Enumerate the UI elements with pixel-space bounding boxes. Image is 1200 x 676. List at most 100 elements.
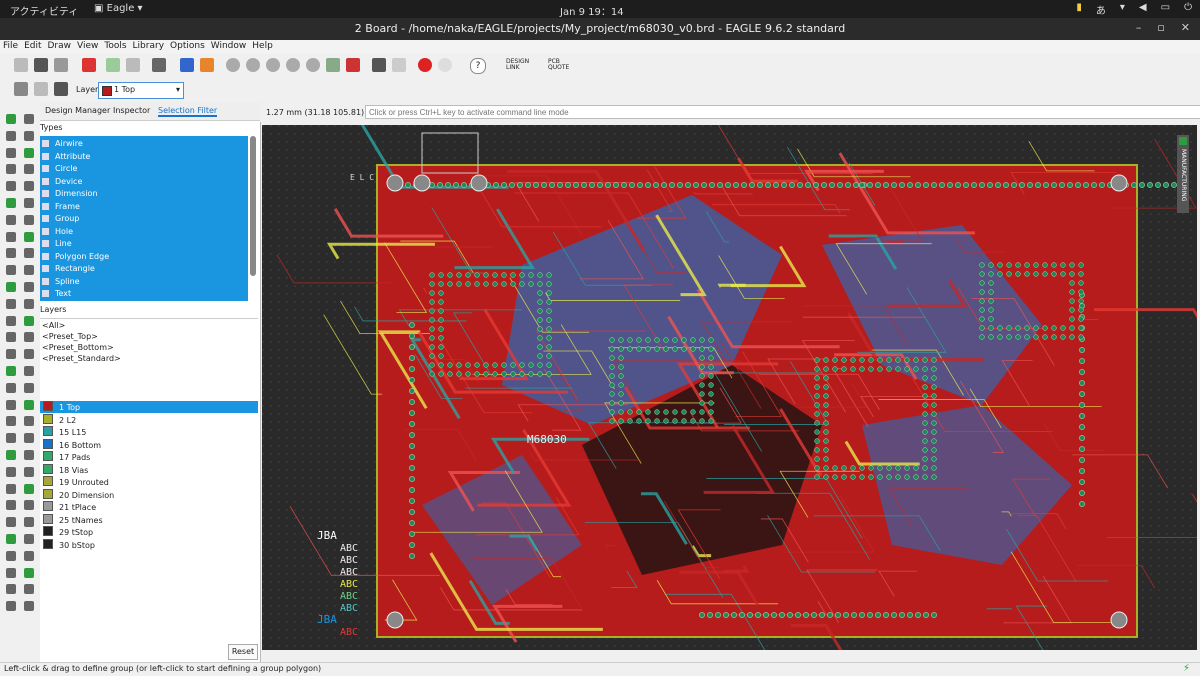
layer-item[interactable]: 1 Top	[40, 401, 258, 413]
menu-window[interactable]: Window	[208, 40, 250, 54]
preset-item[interactable]: <Preset_Standard>	[42, 354, 121, 366]
zoom-select-icon[interactable]	[286, 58, 300, 72]
tool-icon[interactable]	[24, 215, 34, 225]
tool-icon[interactable]	[6, 299, 16, 309]
app-menu-button[interactable]: ▣ Eagle ▾	[94, 3, 143, 14]
type-item[interactable]: Frame	[42, 202, 80, 214]
layer-item[interactable]: 18 Vias	[40, 464, 258, 476]
tool-icon[interactable]	[6, 316, 16, 326]
command-line-input[interactable]	[365, 105, 1200, 119]
wire-style-icon[interactable]	[14, 82, 28, 96]
tool-icon[interactable]	[6, 500, 16, 510]
maximize-icon[interactable]: ▫	[1157, 21, 1164, 34]
type-item[interactable]: Airwire	[42, 139, 83, 151]
tool-icon[interactable]	[6, 215, 16, 225]
zoom-out-icon[interactable]	[266, 58, 280, 72]
clock[interactable]: Jan 9 19：14	[560, 3, 624, 18]
tool-icon[interactable]	[6, 433, 16, 443]
layer-item[interactable]: 25 tNames	[40, 514, 258, 526]
open-icon[interactable]	[14, 58, 28, 72]
type-item[interactable]: Device	[42, 177, 82, 189]
board-canvas[interactable]: E L C M68030 JBA ABC ABC ABC ABC ABC ABC…	[262, 125, 1197, 650]
tool-icon[interactable]	[24, 232, 34, 242]
stop-icon[interactable]	[418, 58, 432, 72]
notes-icon[interactable]: ▮	[1076, 2, 1082, 17]
tool-icon[interactable]	[24, 131, 34, 141]
schematic-icon[interactable]	[180, 58, 194, 72]
tool-icon[interactable]	[24, 467, 34, 477]
tool-icon[interactable]	[24, 484, 34, 494]
input-method[interactable]: あ	[1096, 2, 1106, 17]
tool-icon[interactable]	[6, 282, 16, 292]
tool-icon[interactable]	[6, 366, 16, 376]
type-item[interactable]: Spline	[42, 277, 80, 289]
zoom-last-icon[interactable]	[306, 58, 320, 72]
undo-icon[interactable]	[372, 58, 386, 72]
tool-icon[interactable]	[6, 383, 16, 393]
tool-icon[interactable]	[6, 164, 16, 174]
script-icon[interactable]	[152, 58, 166, 72]
close-icon[interactable]: ✕	[1181, 21, 1190, 34]
menu-file[interactable]: File	[0, 40, 21, 54]
tab-design-manager[interactable]: Design Manager	[45, 106, 110, 115]
tool-icon[interactable]	[6, 148, 16, 158]
tool-icon[interactable]	[6, 114, 16, 124]
tool-icon[interactable]	[24, 349, 34, 359]
minimize-icon[interactable]: –	[1136, 21, 1142, 34]
tool-icon[interactable]	[24, 568, 34, 578]
battery-icon[interactable]: ▭	[1161, 2, 1170, 17]
lightning-icon[interactable]: ⚡	[1183, 663, 1190, 674]
tool-icon[interactable]	[6, 248, 16, 258]
tool-icon[interactable]	[24, 383, 34, 393]
tool-icon[interactable]	[6, 198, 16, 208]
tool-icon[interactable]	[24, 517, 34, 527]
type-item[interactable]: Group	[42, 214, 79, 226]
type-item[interactable]: Line	[42, 239, 72, 251]
layer-item[interactable]: 29 tStop	[40, 526, 258, 538]
tool-icon[interactable]	[6, 181, 16, 191]
redraw-icon[interactable]	[326, 58, 340, 72]
type-item[interactable]: Polygon Edge	[42, 252, 109, 264]
tool-icon[interactable]	[6, 416, 16, 426]
tool-icon[interactable]	[24, 299, 34, 309]
layer-item[interactable]: 30 bStop	[40, 539, 258, 551]
tool-icon[interactable]	[24, 164, 34, 174]
ratsnest-icon[interactable]	[346, 58, 360, 72]
system-tray[interactable]: ▮ あ ▾ ◀ ▭ ⏻	[1076, 2, 1192, 17]
export-icon[interactable]	[106, 58, 120, 72]
go-icon[interactable]	[438, 58, 452, 72]
menu-view[interactable]: View	[74, 40, 101, 54]
layer-item[interactable]: 15 L15	[40, 426, 258, 438]
help-icon[interactable]: ?	[470, 58, 486, 74]
tool-icon[interactable]	[24, 316, 34, 326]
tool-icon[interactable]	[24, 248, 34, 258]
tool-icon[interactable]	[6, 584, 16, 594]
pcb-quote-button[interactable]: PCB QUOTE	[548, 59, 578, 71]
grid-icon[interactable]	[34, 82, 48, 96]
reset-button[interactable]: Reset	[228, 644, 258, 660]
tool-icon[interactable]	[24, 282, 34, 292]
tool-icon[interactable]	[24, 332, 34, 342]
redo-icon[interactable]	[392, 58, 406, 72]
tool-icon[interactable]	[24, 500, 34, 510]
tool-icon[interactable]	[24, 114, 34, 124]
tool-icon[interactable]	[6, 131, 16, 141]
menu-help[interactable]: Help	[249, 40, 276, 54]
menu-edit[interactable]: Edit	[21, 40, 44, 54]
tool-icon[interactable]	[6, 400, 16, 410]
type-item[interactable]: Hole	[42, 227, 73, 239]
menu-draw[interactable]: Draw	[45, 40, 75, 54]
activities-button[interactable]: アクティビティ	[10, 3, 78, 18]
tool-icon[interactable]	[6, 450, 16, 460]
type-item[interactable]: Circle	[42, 164, 77, 176]
layer-item[interactable]: 16 Bottom	[40, 439, 258, 451]
wifi-icon[interactable]: ▾	[1120, 2, 1125, 17]
menu-options[interactable]: Options	[167, 40, 208, 54]
layer-item[interactable]: 17 Pads	[40, 451, 258, 463]
tool-icon[interactable]	[24, 265, 34, 275]
tool-icon[interactable]	[6, 534, 16, 544]
manufacturing-side-tab[interactable]: MANUFACTURING	[1177, 135, 1189, 213]
volume-icon[interactable]: ◀	[1139, 2, 1147, 17]
filter-icon[interactable]	[54, 82, 68, 96]
tool-icon[interactable]	[6, 467, 16, 477]
